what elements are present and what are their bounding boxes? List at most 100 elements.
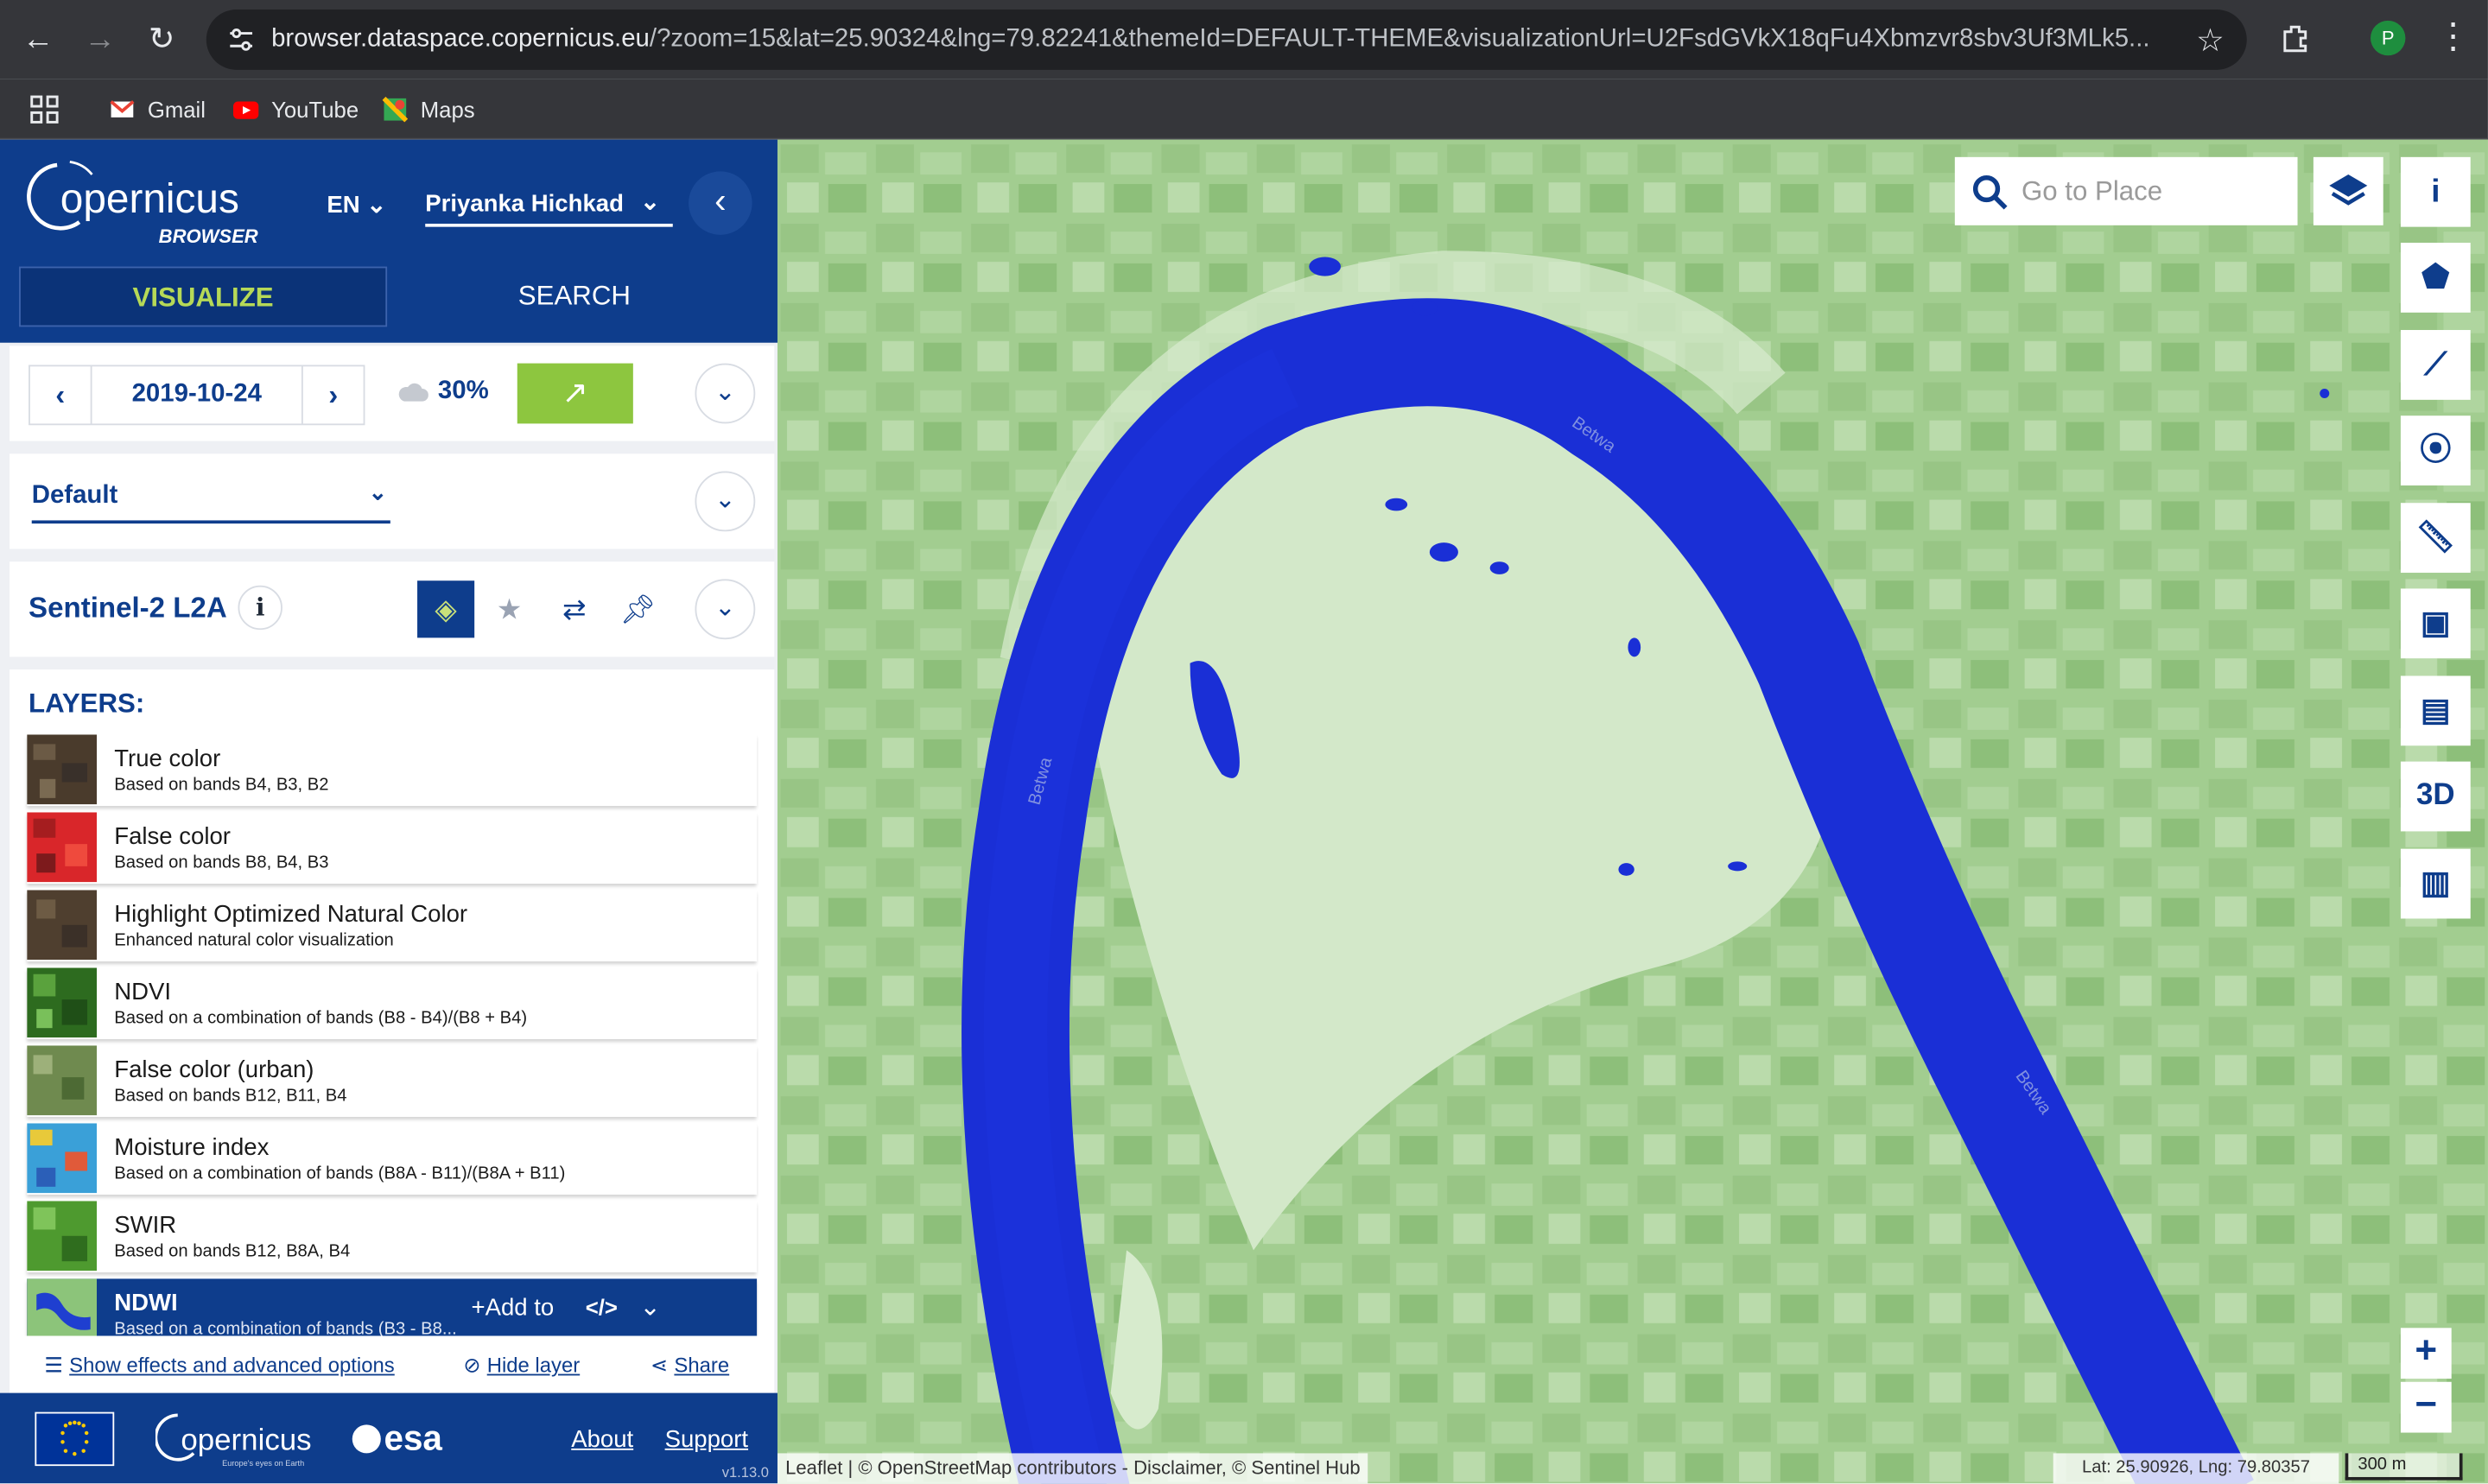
map-view[interactable]: Betwa Betwa Betwa Go to Place i ⬟ ⟋ ⦿ 📏︎…: [777, 139, 2488, 1484]
bookmark-maps[interactable]: Maps: [382, 93, 475, 125]
gmail-icon: [110, 100, 135, 117]
bar-chart-icon: ▥: [2420, 866, 2451, 902]
info-icon[interactable]: i: [238, 585, 282, 631]
bookmark-star-icon[interactable]: ☆: [2196, 21, 2225, 60]
line-segment-icon: ⟋: [2424, 347, 2447, 383]
expand-theme-button[interactable]: ⌄: [695, 471, 756, 532]
back-arrow-icon[interactable]: ←: [17, 19, 59, 60]
chevron-down-icon: ⌄: [368, 479, 388, 505]
sliders-icon: ☰: [44, 1353, 63, 1378]
place-search-input[interactable]: [2021, 169, 2284, 213]
add-to-button[interactable]: +Add to: [471, 1295, 554, 1322]
layer-false-color-urban[interactable]: False color (urban) Based on bands B12, …: [27, 1045, 758, 1118]
expand-dataset-button[interactable]: ⌄: [695, 579, 756, 640]
version-label: v1.13.0: [721, 1464, 769, 1481]
terrain-3d-button[interactable]: 3D: [2400, 761, 2471, 832]
layer-swir[interactable]: SWIR Based on bands B12, B8A, B4: [27, 1201, 758, 1273]
map-attribution[interactable]: Leaflet | © OpenStreetMap contributors -…: [777, 1453, 1368, 1484]
cloud-coverage[interactable]: 30%: [438, 377, 489, 406]
tab-visualize[interactable]: VISUALIZE: [19, 266, 388, 327]
timelapse-button[interactable]: ▤: [2400, 675, 2471, 746]
layer-true-color[interactable]: True color Based on bands B4, B3, B2: [27, 734, 758, 807]
eu-flag-logo: [35, 1411, 115, 1467]
info-tool-button[interactable]: i: [2400, 156, 2471, 227]
search-date-button[interactable]: ↗: [517, 363, 633, 424]
image-download-button[interactable]: ▣: [2400, 588, 2471, 659]
support-link[interactable]: Support: [665, 1426, 749, 1453]
panel-header: opernicus BROWSER EN ⌄ Priyanka Hichkad ⌄…: [0, 139, 778, 343]
chevron-down-icon: ⌄: [366, 192, 387, 219]
area-of-interest-button[interactable]: ⬟: [2400, 243, 2471, 313]
tab-search[interactable]: SEARCH: [390, 267, 758, 327]
copernicus-footer-logo: opernicus Europe's eyes on Earth: [155, 1413, 312, 1468]
date-field[interactable]: 2019-10-24: [92, 365, 301, 426]
theme-select[interactable]: Default ⌄: [31, 479, 390, 524]
layer-thumbnail: [27, 1278, 98, 1336]
layer-ndwi-selected[interactable]: NDWI Based on a combination of bands (B3…: [27, 1278, 758, 1336]
show-effects-link[interactable]: ☰ Show effects and advanced options: [44, 1354, 394, 1379]
chevron-down-icon: ⌄: [714, 486, 736, 515]
image-download-icon: ▣: [2420, 606, 2451, 642]
point-of-interest-button[interactable]: ⦿: [2400, 415, 2471, 486]
zoom-in-button[interactable]: +: [2400, 1328, 2452, 1379]
zoom-out-button[interactable]: −: [2400, 1381, 2452, 1433]
measure-line-button[interactable]: ⟋: [2400, 330, 2471, 400]
esa-circle-icon: [352, 1424, 381, 1454]
chevron-down-icon: ⌄: [714, 594, 736, 622]
profile-avatar[interactable]: P: [2371, 20, 2406, 56]
pin-icon[interactable]: 📌︎: [609, 580, 666, 637]
next-date-button[interactable]: ›: [301, 365, 365, 426]
youtube-icon: [232, 101, 259, 119]
embed-code-button[interactable]: </>: [586, 1295, 618, 1320]
chevron-down-icon: ⌄: [714, 378, 736, 407]
svg-text:opernicus: opernicus: [181, 1424, 311, 1457]
pentagon-icon: ⬟: [2421, 260, 2450, 295]
favorite-star-icon[interactable]: ★: [481, 580, 538, 637]
bookmark-youtube[interactable]: YouTube: [232, 93, 359, 125]
layer-ndvi[interactable]: NDVI Based on a combination of bands (B8…: [27, 967, 758, 1040]
double-chevron-down-icon[interactable]: ⌄: [639, 1291, 661, 1323]
chevron-left-icon: ‹: [714, 181, 727, 221]
eye-off-icon: ⊘: [463, 1353, 481, 1378]
layer-thumbnail: [27, 812, 98, 883]
layers-stack-icon[interactable]: ◈: [417, 580, 475, 638]
about-link[interactable]: About: [571, 1426, 633, 1453]
dataset-card: Sentinel-2 L2A i ◈ ★ ⇄ 📌︎ ⌄: [10, 561, 775, 657]
forward-arrow-icon[interactable]: →: [79, 19, 121, 60]
url-text[interactable]: browser.dataspace.copernicus.eu/?zoom=15…: [271, 25, 2160, 54]
extensions-icon[interactable]: [2279, 21, 2313, 55]
plus-icon: +: [471, 1294, 486, 1322]
reload-icon[interactable]: ↻: [141, 19, 182, 60]
address-bar[interactable]: browser.dataspace.copernicus.eu/?zoom=15…: [206, 10, 2247, 70]
statistics-button[interactable]: ▥: [2400, 848, 2471, 919]
apps-grid-icon[interactable]: [30, 95, 59, 124]
info-icon: i: [2431, 174, 2440, 210]
layer-false-color[interactable]: False color Based on bands B8, B4, B3: [27, 812, 758, 885]
layer-moisture-index[interactable]: Moisture index Based on a combination of…: [27, 1123, 758, 1195]
date-picker-card: ‹ 2019-10-24 › 30% ↗ ⌄: [10, 346, 775, 441]
footer: opernicus Europe's eyes on Earth esa Abo…: [0, 1392, 778, 1484]
map-layers-button[interactable]: [2313, 156, 2383, 225]
compare-arrows-icon[interactable]: ⇄: [546, 580, 603, 637]
share-link[interactable]: ⋖ Share: [651, 1354, 729, 1379]
layer-thumbnail: [27, 1045, 98, 1116]
language-selector[interactable]: EN ⌄: [327, 190, 386, 219]
expand-date-button[interactable]: ⌄: [695, 363, 756, 424]
svg-text:BROWSER: BROWSER: [159, 225, 258, 247]
arrow-up-right-icon: ↗: [562, 376, 589, 411]
previous-date-button[interactable]: ‹: [29, 365, 92, 426]
user-menu[interactable]: Priyanka Hichkad ⌄: [425, 189, 673, 227]
place-search: [1954, 156, 2298, 225]
cursor-coordinates: Lat: 25.90926, Lng: 79.80357: [2053, 1453, 2339, 1484]
maps-icon: [382, 97, 409, 123]
layer-highlight-natural-color[interactable]: Highlight Optimized Natural Color Enhanc…: [27, 890, 758, 962]
site-settings-icon[interactable]: [225, 24, 257, 56]
layer-thumbnail: [27, 890, 98, 961]
layer-thumbnail: [27, 734, 98, 805]
collapse-panel-button[interactable]: ‹: [689, 171, 752, 235]
hide-layer-link[interactable]: ⊘ Hide layer: [463, 1354, 580, 1379]
menu-kebab-icon[interactable]: ⋮: [2435, 16, 2470, 57]
bookmark-gmail[interactable]: Gmail: [110, 93, 206, 125]
measure-button[interactable]: 📏︎: [2400, 503, 2471, 574]
film-icon: ▤: [2420, 693, 2451, 729]
